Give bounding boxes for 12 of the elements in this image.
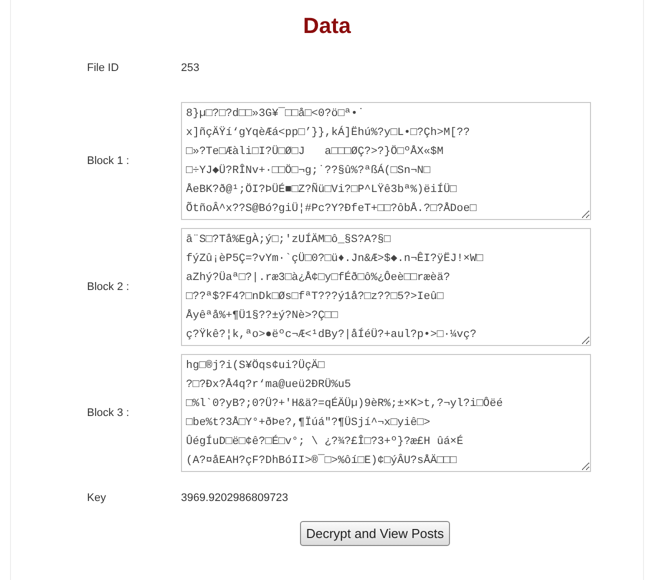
field-label: Block 2 : xyxy=(87,280,130,295)
decrypt-button[interactable]: Decrypt and View Posts xyxy=(300,520,450,546)
field-value: 3969.9202986809723 xyxy=(181,491,288,506)
text-area[interactable]: hg□®j?i(S¥Öqs¢ui?ÜçÄ□ ?□?Ðx?Å4q?r‘ma@ueü2ÐRÜ%u5 □%l`0?yB?;0?Ü?+'H&ä?=qÉÄÜµ)9èR%;±×K>t,?¬yl?i□Ôëé □be%t?3Å□Y°+ðÞe?,¶Ïúá"?¶ÜSjí^¬x□yiê□> ÛégÍuD□ë□¢ê?□É□v°; \ ¿?¾?£Î□?3+º}?æ£H ûá×É (A?¤åEAH?çF?DhBóII>®¯□>%ôí□E)¢□ýÂU?sÅÄ□□□ xyxy=(181,354,591,472)
text-area[interactable]: ā¨S□?Tå%EgÀ;ý□;'zUÍÄM□ô_§S?A?§□ fýZû¡èP5Ç=?vYm·`çÜ□0?□ü♦.Jn&Æ>$◆.n¬ÊI?ÿËJ!×W□ aZhý?Üaª□?|.ræ3□à¿Å¢□y□fÉð□ô%¿Ôeè□□ræèä? □??ª$?F4?□nDk□Øs□fªT???ý1å?□z??□5?>Ieû□ Åyêªå%+¶Ü1§??±ý?Nè>?Ç□□ ç?Ÿkê?¦k,ªo>●ëºc¬Æ<¹dBy?|åÍéÜ?+aul?p•>□·¼vç? xyxy=(181,228,591,346)
field-label: File ID xyxy=(87,60,120,76)
field-label: Block 3 : xyxy=(87,406,130,421)
text-area[interactable]: 8}µ□?□?d□□»3G¥¯□□å□<0?ö□ª•˙ x]ñçÄŸí‘gYqèÆá<pp□’}},kÁ]Ëhú%?y□L•□?Çh>M[?? □»?Te□Æàli□I?Ü□Ø□J a□□□ØÇ?>?}Ö□ºÅX«$M □÷YJ◆Ü?RÎNv+·□□Ö□¬g;˙??§û%?ªßÁ(□Sn¬N□ ÅeBK?ð@¹;ÖI?ÞÜÉ■□Z?Ñü□Vi?□P^LŸê3bª%)ëiÍÜ□ ÕtñoÂ^x??S@Bó?giÜ¦#Pc?Y?ÐfeT+□□?ôbÅ.?□?ÅDoe□ xyxy=(181,102,591,220)
page-title: Data xyxy=(303,12,351,40)
field-label: Key xyxy=(87,491,107,506)
field-label: Block 1 : xyxy=(87,154,130,169)
field-value: 253 xyxy=(181,60,200,76)
